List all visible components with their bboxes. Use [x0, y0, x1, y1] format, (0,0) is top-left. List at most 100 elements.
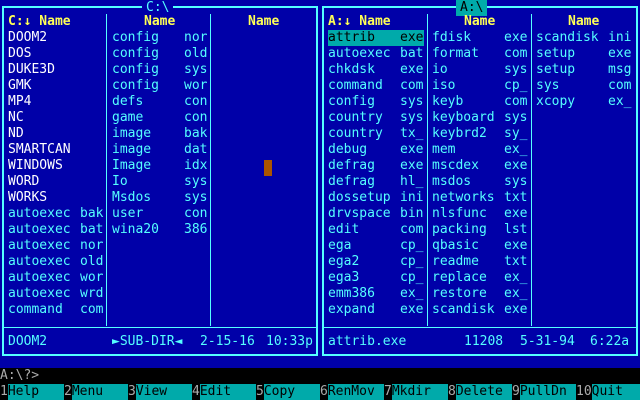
- file-entry[interactable]: autoexec old: [8, 254, 104, 270]
- file-entry[interactable]: restore ex_: [432, 286, 528, 302]
- left-col3-header[interactable]: Name: [248, 14, 279, 30]
- file-entry[interactable]: mem ex_: [432, 142, 528, 158]
- file-entry[interactable]: config old: [112, 46, 208, 62]
- fkey-edit-button[interactable]: 4Edit: [192, 384, 256, 400]
- file-entry[interactable]: keyb com: [432, 94, 528, 110]
- file-entry[interactable]: mscdex exe: [432, 158, 528, 174]
- file-entry[interactable]: networks txt: [432, 190, 528, 206]
- fkey-delete-button[interactable]: 8Delete: [448, 384, 512, 400]
- fkey-view-button[interactable]: 3View: [128, 384, 192, 400]
- command-line-prompt[interactable]: A:\?>: [0, 368, 640, 384]
- file-entry[interactable]: chkdsk exe: [328, 62, 424, 78]
- file-entry[interactable]: msdos sys: [432, 174, 528, 190]
- entry-name: setup: [536, 46, 576, 61]
- file-entry[interactable]: user con: [112, 206, 208, 222]
- file-entry[interactable]: scandisk exe: [432, 302, 528, 318]
- file-entry[interactable]: debug exe: [328, 142, 424, 158]
- file-entry[interactable]: config nor: [112, 30, 208, 46]
- left-col2-header[interactable]: Name: [144, 14, 175, 30]
- file-entry[interactable]: image dat: [112, 142, 208, 158]
- file-entry[interactable]: keybrd2 sy_: [432, 126, 528, 142]
- file-entry[interactable]: Msdos sys: [112, 190, 208, 206]
- file-entry[interactable]: ega2 cp_: [328, 254, 424, 270]
- fkey-quit-button[interactable]: 10Quit: [576, 384, 640, 400]
- left-col1-header[interactable]: C:↓ Name: [8, 14, 71, 30]
- directory-entry[interactable]: WINDOWS: [8, 158, 104, 174]
- file-entry[interactable]: autoexec bat: [328, 46, 424, 62]
- file-entry[interactable]: setup exe: [536, 46, 632, 62]
- file-entry[interactable]: config sys: [328, 94, 424, 110]
- file-entry[interactable]: sys com: [536, 78, 632, 94]
- entry-extension: idx: [184, 158, 208, 173]
- directory-entry[interactable]: GMK: [8, 78, 104, 94]
- fkey-mkdir-button[interactable]: 7Mkdir: [384, 384, 448, 400]
- file-entry[interactable]: iso cp_: [432, 78, 528, 94]
- entry-extension: dat: [184, 142, 208, 157]
- directory-entry[interactable]: WORKS: [8, 190, 104, 206]
- file-entry[interactable]: image bak: [112, 126, 208, 142]
- file-entry[interactable]: ega3 cp_: [328, 270, 424, 286]
- file-entry[interactable]: emm386 ex_: [328, 286, 424, 302]
- file-entry[interactable]: command com: [8, 302, 104, 318]
- file-entry[interactable]: autoexec nor: [8, 238, 104, 254]
- file-entry[interactable]: nlsfunc exe: [432, 206, 528, 222]
- file-entry[interactable]: scandisk ini: [536, 30, 632, 46]
- file-entry[interactable]: config sys: [112, 62, 208, 78]
- entry-extension: com: [80, 302, 104, 317]
- directory-entry[interactable]: ND: [8, 126, 104, 142]
- directory-entry[interactable]: DUKE3D: [8, 62, 104, 78]
- file-entry[interactable]: replace ex_: [432, 270, 528, 286]
- file-entry[interactable]: expand exe: [328, 302, 424, 318]
- file-entry[interactable]: format com: [432, 46, 528, 62]
- entry-extension: con: [184, 94, 208, 109]
- file-entry[interactable]: fdisk exe: [432, 30, 528, 46]
- file-entry[interactable]: autoexec bak: [8, 206, 104, 222]
- right-col1-header[interactable]: A:↓ Name: [328, 14, 391, 30]
- entry-extension: sys: [400, 94, 424, 109]
- file-entry[interactable]: game con: [112, 110, 208, 126]
- entry-name: readme: [432, 254, 479, 269]
- file-entry[interactable]: dossetup ini: [328, 190, 424, 206]
- file-entry[interactable]: config wor: [112, 78, 208, 94]
- entry-name: command: [8, 302, 63, 317]
- fkey-help-button[interactable]: 1Help: [0, 384, 64, 400]
- file-entry[interactable]: drvspace bin: [328, 206, 424, 222]
- file-entry[interactable]: Io sys: [112, 174, 208, 190]
- file-entry[interactable]: autoexec bat: [8, 222, 104, 238]
- file-entry[interactable]: keyboard sys: [432, 110, 528, 126]
- directory-entry[interactable]: NC: [8, 110, 104, 126]
- file-entry[interactable]: readme txt: [432, 254, 528, 270]
- file-entry[interactable]: defrag hl_: [328, 174, 424, 190]
- file-entry[interactable]: edit com: [328, 222, 424, 238]
- fkey-renmov-button[interactable]: 6RenMov: [320, 384, 384, 400]
- file-entry[interactable]: command com: [328, 78, 424, 94]
- fkey-menu-button[interactable]: 2Menu: [64, 384, 128, 400]
- directory-entry[interactable]: MP4: [8, 94, 104, 110]
- fkey-pulldn-button[interactable]: 9PullDn: [512, 384, 576, 400]
- fkey-copy-button[interactable]: 5Copy: [256, 384, 320, 400]
- entry-name: drvspace: [328, 206, 391, 221]
- entry-extension: com: [400, 78, 424, 93]
- right-col2-header[interactable]: Name: [464, 14, 495, 30]
- file-entry[interactable]: xcopy ex_: [536, 94, 632, 110]
- entry-name: scandisk: [536, 30, 599, 45]
- file-entry[interactable]: setup msg: [536, 62, 632, 78]
- file-entry[interactable]: defrag exe: [328, 158, 424, 174]
- file-entry[interactable]: Image idx: [112, 158, 208, 174]
- file-entry[interactable]: qbasic exe: [432, 238, 528, 254]
- directory-entry[interactable]: WORD: [8, 174, 104, 190]
- file-entry[interactable]: ega cp_: [328, 238, 424, 254]
- file-entry[interactable]: wina20 386: [112, 222, 208, 238]
- file-entry[interactable]: attrib exe: [328, 30, 424, 46]
- directory-entry[interactable]: SMARTCAN: [8, 142, 104, 158]
- file-entry[interactable]: packing lst: [432, 222, 528, 238]
- file-entry[interactable]: io sys: [432, 62, 528, 78]
- file-entry[interactable]: country sys: [328, 110, 424, 126]
- file-entry[interactable]: autoexec wor: [8, 270, 104, 286]
- directory-entry[interactable]: DOS: [8, 46, 104, 62]
- file-entry[interactable]: autoexec wrd: [8, 286, 104, 302]
- right-col3-header[interactable]: Name: [568, 14, 599, 30]
- file-entry[interactable]: defs con: [112, 94, 208, 110]
- directory-entry[interactable]: DOOM2: [8, 30, 104, 46]
- file-entry[interactable]: country tx_: [328, 126, 424, 142]
